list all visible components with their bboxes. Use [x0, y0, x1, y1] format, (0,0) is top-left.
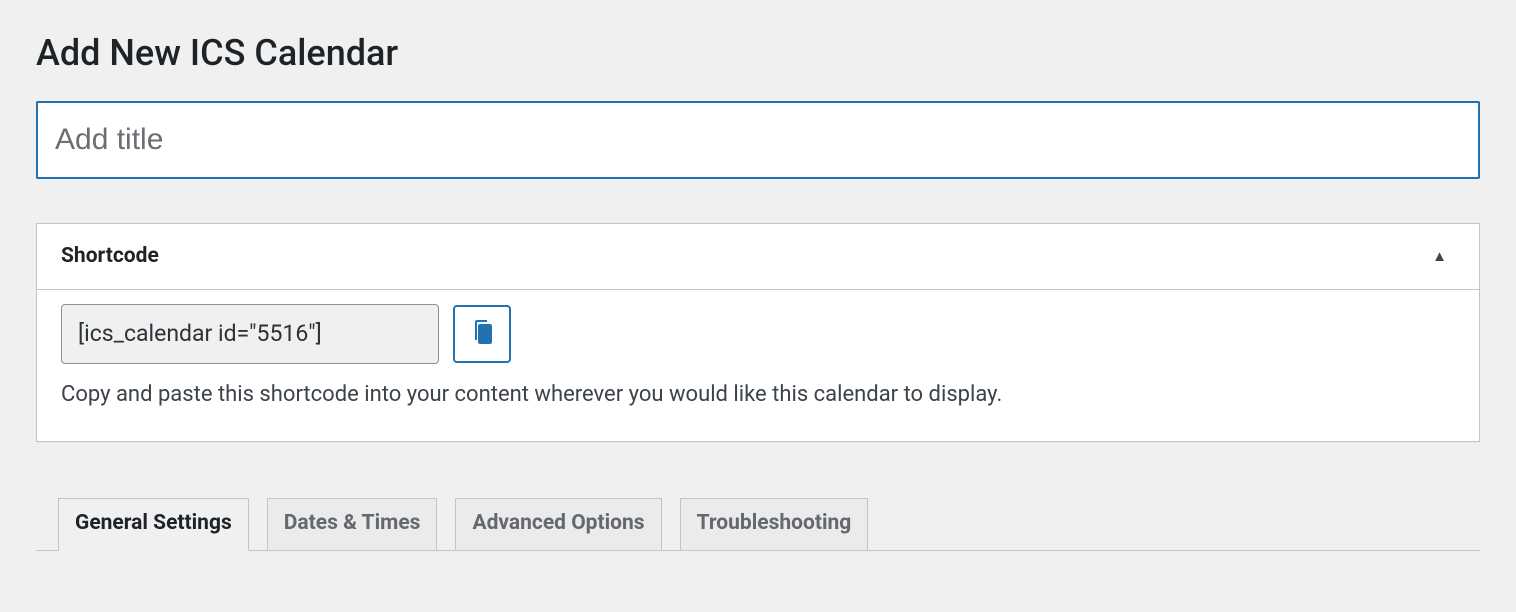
- tab-advanced-options[interactable]: Advanced Options: [455, 498, 661, 550]
- page-title: Add New ICS Calendar: [36, 30, 1480, 77]
- shortcode-help-text: Copy and paste this shortcode into your …: [61, 378, 1455, 411]
- caret-up-icon[interactable]: ▲: [1424, 239, 1455, 273]
- tab-dates-times[interactable]: Dates & Times: [267, 498, 438, 550]
- tab-general-settings[interactable]: General Settings: [58, 498, 249, 551]
- tabs: General Settings Dates & Times Advanced …: [36, 498, 1480, 551]
- shortcode-input[interactable]: [61, 304, 439, 364]
- shortcode-panel-body: Copy and paste this shortcode into your …: [37, 290, 1479, 441]
- shortcode-panel-title: Shortcode: [61, 244, 159, 268]
- tab-troubleshooting[interactable]: Troubleshooting: [680, 498, 869, 550]
- copy-button[interactable]: [453, 305, 511, 363]
- title-input[interactable]: [36, 101, 1480, 179]
- shortcode-panel: Shortcode ▲ Copy and paste this shortcod…: [36, 223, 1480, 442]
- copy-icon: [470, 318, 494, 349]
- title-input-wrap: [36, 101, 1480, 179]
- shortcode-panel-header[interactable]: Shortcode ▲: [37, 224, 1479, 290]
